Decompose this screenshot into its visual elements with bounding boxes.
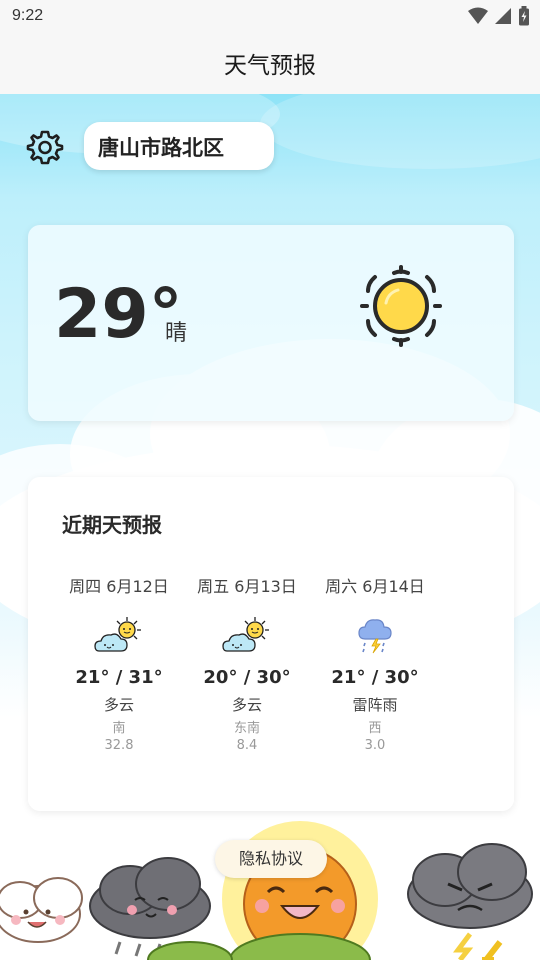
forecast-day: 周六 6月14日 21° / 30° 雷阵雨 西 3.0 — [311, 573, 439, 753]
wifi-icon — [468, 7, 488, 24]
forecast-wind-direction: 东南 — [233, 721, 260, 736]
forecast-day: 周四 6月12日 21° / 31° 多云 南 32.8 — [55, 573, 183, 753]
partly-cloudy-icon — [94, 617, 141, 652]
status-time: 9:22 — [12, 7, 44, 24]
app-bar: 天气预报 — [0, 32, 540, 94]
forecast-temp: 21° / 30° — [331, 667, 419, 688]
weather-scene: 唐山市路北区 29° 晴 近期天预报 周四 6月12日 21° / 31° 多云… — [0, 94, 540, 960]
signal-icon — [495, 8, 511, 24]
forecast-wind-speed: 32.8 — [104, 738, 134, 753]
thunder-rain-icon — [358, 619, 392, 654]
forecast-wind-direction: 西 — [368, 721, 382, 736]
settings-button[interactable] — [26, 128, 64, 166]
battery-icon — [519, 6, 529, 26]
forecast-desc: 多云 — [231, 696, 262, 714]
status-bar: 9:22 — [0, 0, 540, 32]
forecast-date: 周四 6月12日 — [69, 577, 169, 596]
forecast-day: 周五 6月13日 20° / 30° 多云 东南 8.4 — [183, 573, 311, 753]
city-selector[interactable]: 唐山市路北区 — [84, 122, 274, 170]
forecast-temp: 21° / 31° — [75, 667, 163, 688]
current-temperature: 29° — [54, 275, 183, 354]
gear-icon — [26, 130, 64, 165]
forecast-wind-direction: 南 — [112, 721, 126, 736]
forecast-wind-speed: 3.0 — [364, 738, 386, 753]
current-weather-card: 29° 晴 — [28, 225, 514, 421]
cute-cloud-left — [0, 877, 83, 943]
forecast-desc: 雷阵雨 — [352, 696, 398, 714]
page-title: 天气预报 — [224, 53, 316, 79]
forecast-desc: 多云 — [103, 696, 134, 714]
forecast-card: 近期天预报 周四 6月12日 21° / 31° 多云 南 32.8 周五 6月… — [28, 477, 514, 811]
privacy-policy-button[interactable]: 隐私协议 — [215, 840, 327, 878]
forecast-date: 周五 6月13日 — [197, 577, 297, 596]
status-icons — [468, 6, 530, 26]
forecast-date: 周六 6月14日 — [325, 577, 425, 596]
angry-cloud-right — [407, 843, 533, 960]
forecast-temp: 20° / 30° — [203, 667, 291, 688]
partly-cloudy-icon — [222, 617, 269, 652]
forecast-title: 近期天预报 — [62, 513, 162, 537]
sun-icon — [360, 265, 442, 347]
city-name: 唐山市路北区 — [98, 136, 224, 160]
current-condition: 晴 — [165, 321, 188, 346]
forecast-wind-speed: 8.4 — [236, 738, 258, 753]
